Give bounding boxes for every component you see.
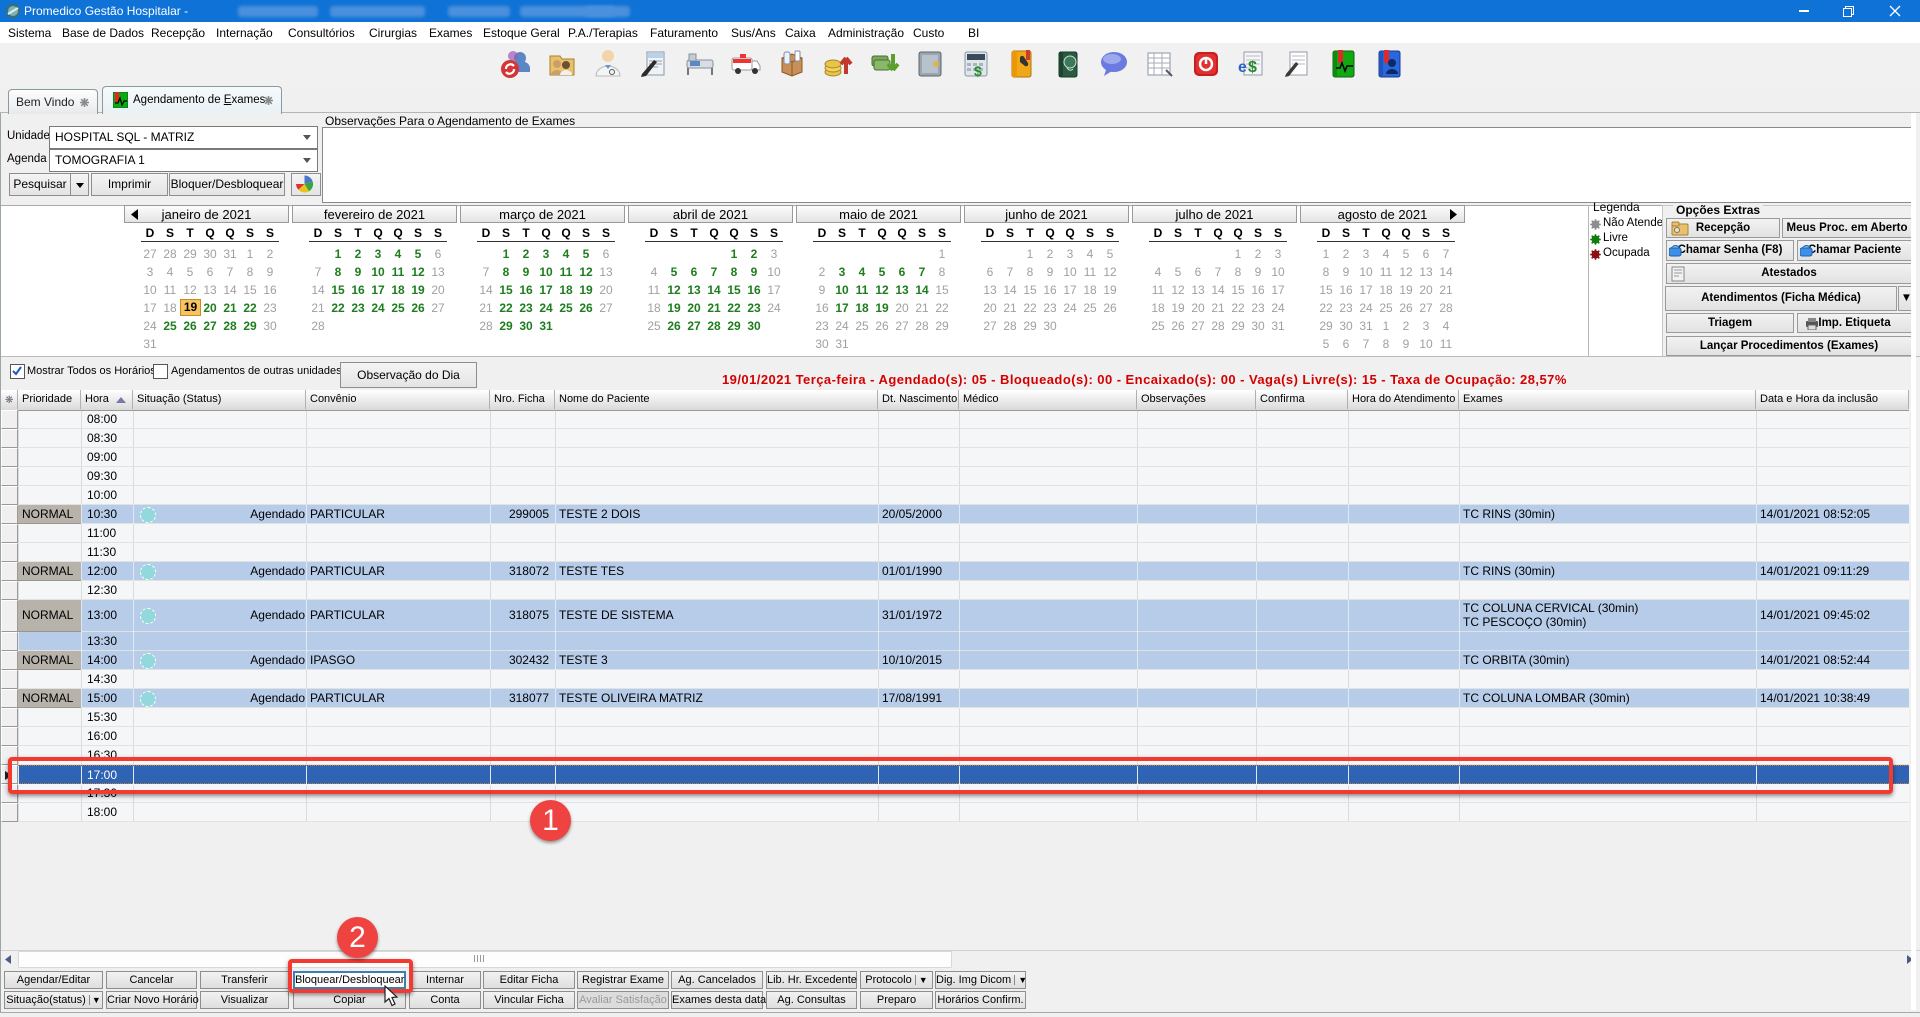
svg-text:$: $ xyxy=(1248,59,1257,76)
svg-text:$: $ xyxy=(974,63,982,79)
svg-text:e: e xyxy=(1238,59,1247,76)
